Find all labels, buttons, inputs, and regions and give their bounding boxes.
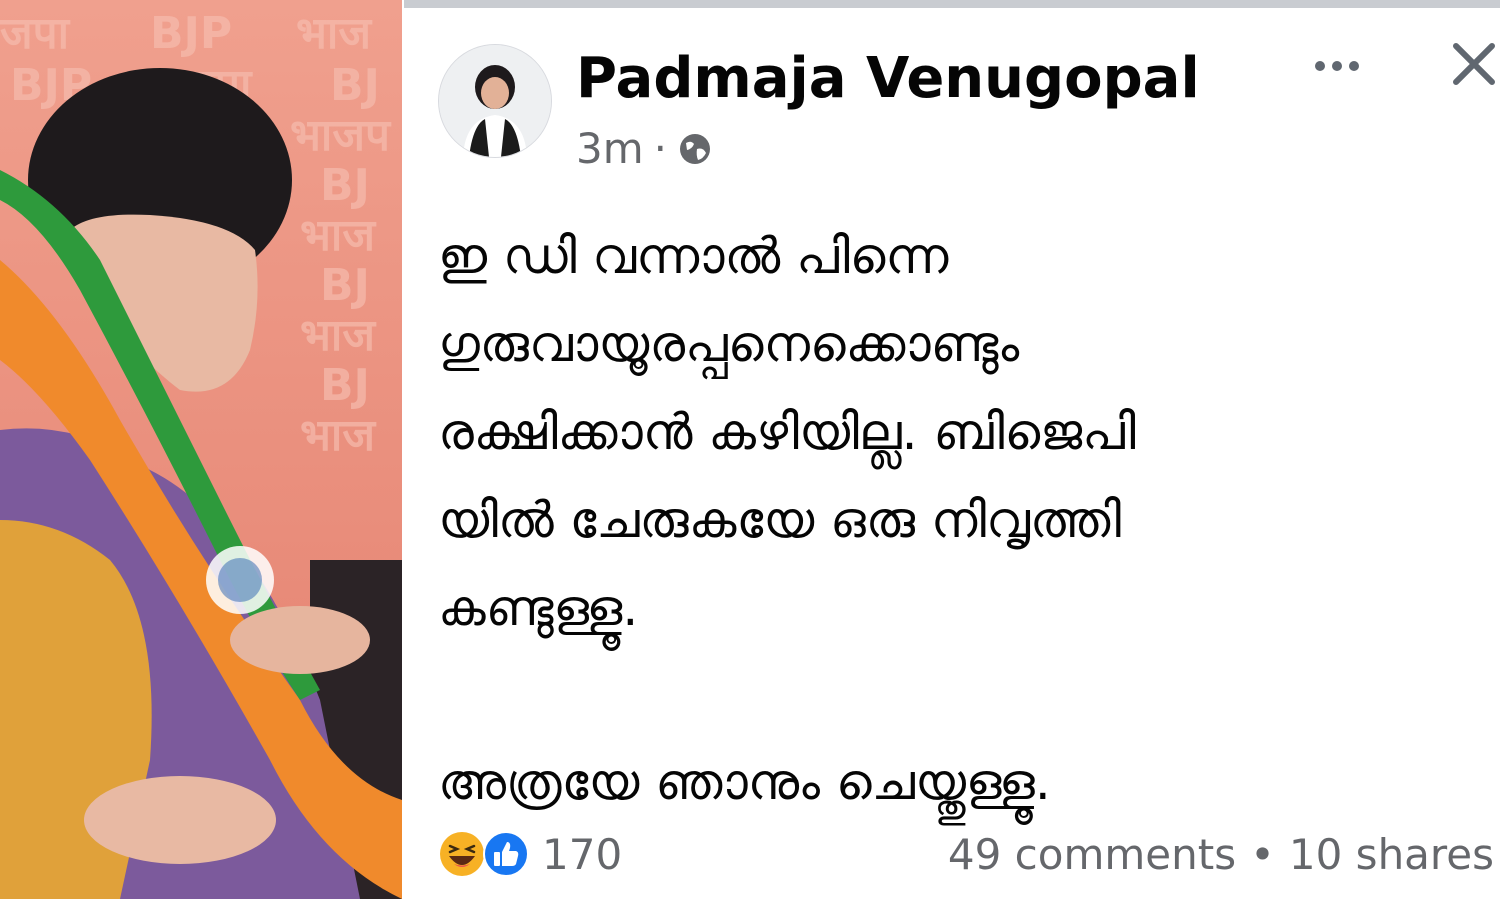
close-icon[interactable] [1448,38,1500,90]
author-avatar[interactable] [438,44,552,158]
watermark-text: भाज [300,310,376,361]
reaction-count[interactable]: 170 [542,830,622,879]
more-horizontal-icon[interactable] [1312,40,1362,86]
watermark-text: BJ [320,360,370,411]
post-text-line: കണ്ടുള്ളൂ. [438,579,639,637]
post-text-last-line: അത്രയേ ഞാനും ചെയ്തുള്ളൂ. [438,753,1051,811]
watermark-text: BJ [330,60,380,111]
post-time[interactable]: 3m [576,124,644,173]
shares-count[interactable]: 10 shares [1289,830,1494,879]
watermark-text: भाजप [290,110,392,161]
watermark-text: जपा [0,8,71,59]
post-text-line: ഇ ഡി വന്നാൽ പിന്നെ [438,227,949,285]
post-text-line: ഗുരുവായൂരപ്പനെക്കൊണ്ടും [438,315,1020,373]
watermark-text: BJ [320,160,370,211]
haha-icon [438,830,486,878]
photo-divider [402,0,404,899]
watermark-text: भाज [296,8,372,59]
author-name[interactable]: Padmaja Venugopal [576,46,1200,111]
meta-separator: · [653,124,667,173]
comments-count[interactable]: 49 comments [948,830,1236,879]
post-text: ഇ ഡി വന്നാൽ പിന്നെ ഗുരുവായൂരപ്പനെക്കൊണ്ട… [438,212,1478,826]
post-meta: 3m · [576,124,713,173]
post-text-line: യിൽ ചേരുകയേ ഒരു നിവൃത്തി [438,491,1122,549]
watermark-text: BJ [320,260,370,311]
post-photo[interactable]: जपा BJP भाज BJP भाजपा BJ भाजप BJ भाज BJ … [0,0,402,899]
watermark-text: भाज [300,210,376,261]
post-text-line: രക്ഷിക്കാൻ കഴിയില്ല. ബിജെപി [438,403,1136,461]
watermark-text: भाज [300,410,376,461]
globe-icon[interactable] [677,131,713,167]
stats-bullet: • [1250,829,1275,879]
engagement-stats: 49 comments • 10 shares [948,826,1494,882]
like-icon [482,830,530,878]
reactions-summary[interactable]: 170 [438,826,622,882]
photo-illustration: जपा BJP भाज BJP भाजपा BJ भाजप BJ भाज BJ … [0,0,402,899]
top-edge-bar [404,0,1500,8]
avatar-image [439,45,551,157]
watermark-text: BJP [150,8,232,59]
